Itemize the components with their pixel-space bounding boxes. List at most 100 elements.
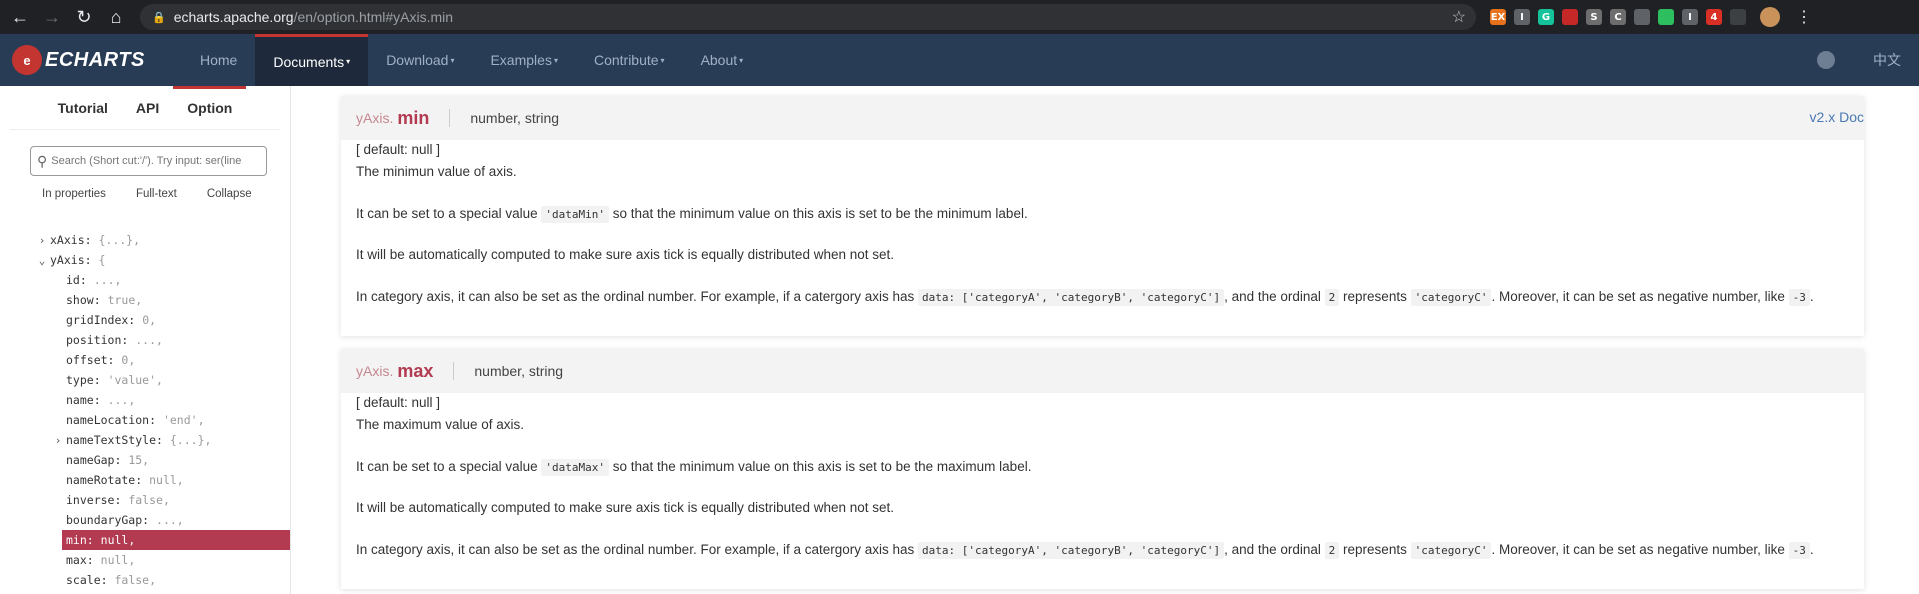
bookmark-star-icon[interactable]: ☆ [1452, 7, 1466, 27]
ext-11-icon[interactable] [1730, 9, 1746, 25]
tree-item[interactable]: show: true, [0, 290, 290, 310]
search-option-in-properties[interactable]: In properties [42, 188, 106, 200]
option-content: yAxis. min number, string v2.x Doc [ def… [291, 86, 1919, 594]
option-path-prefix: yAxis. [356, 110, 394, 126]
inline-code: data: ['categoryA', 'categoryB', 'catego… [918, 288, 1225, 306]
tree-item[interactable]: ⌄ yAxis: { [0, 250, 290, 270]
lock-icon: 🔒 [152, 11, 166, 24]
option-search: ⚲ [30, 146, 267, 176]
tree-item[interactable]: scale: false, [0, 570, 290, 590]
tree-item[interactable]: inverse: false, [0, 490, 290, 510]
tree-item[interactable]: › nameTextStyle: {...}, [0, 430, 290, 450]
nav-item-examples[interactable]: Examples ▾ [472, 34, 575, 86]
option-card-max: yAxis. max number, string [ default: nul… [341, 349, 1864, 589]
tree-value: ..., [135, 333, 163, 347]
search-input[interactable] [51, 155, 257, 167]
option-description: [ default: null ] The minimun value of a… [341, 140, 1864, 336]
tree-value: { [98, 253, 106, 267]
caret-down-icon: ▾ [660, 55, 665, 65]
ext-4-icon[interactable] [1562, 9, 1578, 25]
inline-code: -3 [1788, 288, 1810, 306]
tree-key: show: [66, 293, 101, 307]
search-option-collapse[interactable]: Collapse [207, 188, 252, 200]
tree-item[interactable]: nameLocation: 'end', [0, 410, 290, 430]
nav-item-download[interactable]: Download ▾ [368, 34, 472, 86]
text: . Moreover, it can be set as negative nu… [1491, 541, 1785, 557]
home-icon[interactable]: ⌂ [102, 3, 130, 31]
site-navbar: e ECHARTS Home Documents ▾ Download ▾ Example… [0, 34, 1919, 86]
nav-item-documents[interactable]: Documents ▾ [255, 34, 369, 86]
nav-item-label: Documents [273, 53, 345, 70]
ext-1-icon[interactable]: EX [1490, 9, 1506, 25]
nav-item-about[interactable]: About ▾ [683, 34, 762, 86]
tree-item[interactable]: boundaryGap: ..., [0, 510, 290, 530]
tree-value: false, [114, 573, 157, 587]
tab-api[interactable]: API [122, 100, 173, 130]
tree-item[interactable]: id: ..., [0, 270, 290, 290]
option-type: number, string [470, 110, 560, 126]
tree-item[interactable]: nameGap: 15, [0, 450, 290, 470]
tree-value: 0, [121, 353, 136, 367]
search-option-full-text[interactable]: Full-text [136, 188, 177, 200]
tree-key: position: [66, 333, 129, 347]
address-bar[interactable]: 🔒 echarts.apache.org/en/option.html#yAxi… [140, 4, 1476, 30]
collapse-icon[interactable]: ⌄ [34, 251, 50, 271]
tree-item[interactable]: splitNumber: 5, [0, 590, 290, 594]
desc-text: The minimun value of axis. [356, 164, 517, 179]
profile-avatar[interactable] [1760, 7, 1780, 27]
tree-value: false, [128, 493, 170, 507]
text: It can be set to a special value [356, 458, 538, 474]
ext-2-icon[interactable]: I [1514, 9, 1530, 25]
v2-doc-link[interactable]: v2.x Doc [1810, 109, 1864, 125]
inline-code: 'dataMin' [541, 205, 609, 223]
tree-value: null, [100, 533, 136, 547]
tree-key: min: [66, 533, 94, 547]
language-switch[interactable]: 中文 [1873, 50, 1901, 70]
tree-item[interactable]: name: ..., [0, 390, 290, 410]
tab-tutorial[interactable]: Tutorial [44, 100, 122, 130]
back-icon[interactable]: ← [6, 3, 34, 31]
ext-6-icon[interactable]: C [1610, 9, 1626, 25]
text: so that the minimum value on this axis i… [612, 458, 1032, 474]
ext-9-icon[interactable]: I [1682, 9, 1698, 25]
nav-item-label: Examples [490, 52, 552, 68]
ext-7-icon[interactable] [1634, 9, 1650, 25]
tree-key: xAxis: [50, 233, 92, 247]
reload-icon[interactable]: ↻ [70, 3, 98, 31]
ext-10-icon[interactable]: 4 [1706, 9, 1722, 25]
browser-menu-icon[interactable]: ⋮ [1796, 7, 1812, 27]
tree-item[interactable]: › xAxis: {...}, [0, 230, 290, 250]
tree-item[interactable]: nameRotate: null, [0, 470, 290, 490]
forward-icon[interactable]: → [38, 3, 66, 31]
echarts-logo[interactable]: e ECHARTS [12, 45, 182, 75]
expand-icon[interactable]: › [50, 431, 66, 451]
tree-key: gridIndex: [66, 313, 136, 327]
text: represents [1343, 541, 1407, 557]
search-options: In properties Full-text Collapse [42, 188, 290, 200]
category-text: In category axis, it can also be set as … [356, 287, 1849, 329]
tree-key: scale: [66, 573, 108, 587]
tree-item[interactable]: position: ..., [0, 330, 290, 350]
text: so that the minimum value on this axis i… [612, 205, 1028, 221]
auto-text: It will be automatically computed to mak… [356, 247, 895, 262]
ext-8-icon[interactable] [1658, 9, 1674, 25]
tree-item[interactable]: min: null, [62, 530, 290, 550]
tab-option[interactable]: Option [173, 86, 247, 130]
nav-item-home[interactable]: Home [182, 34, 255, 86]
default-value: [ default: null ] [356, 395, 441, 410]
text: . [1809, 288, 1814, 304]
expand-icon[interactable]: › [34, 231, 50, 251]
option-sidebar: TutorialAPIOption ⚲ In properties Full-te… [0, 86, 291, 594]
tree-item[interactable]: offset: 0, [0, 350, 290, 370]
tree-item[interactable]: max: null, [0, 550, 290, 570]
github-icon[interactable] [1817, 51, 1835, 69]
ext-3-icon[interactable]: G [1538, 9, 1554, 25]
tree-item[interactable]: gridIndex: 0, [0, 310, 290, 330]
nav-item-contribute[interactable]: Contribute ▾ [576, 34, 683, 86]
logo-text: ECHARTS [45, 48, 145, 71]
ext-5-icon[interactable]: S [1586, 9, 1602, 25]
tree-item[interactable]: type: 'value', [0, 370, 290, 390]
option-path-prefix: yAxis. [356, 363, 394, 379]
caret-down-icon: ▾ [450, 55, 455, 65]
tree-key: nameRotate: [66, 473, 143, 487]
